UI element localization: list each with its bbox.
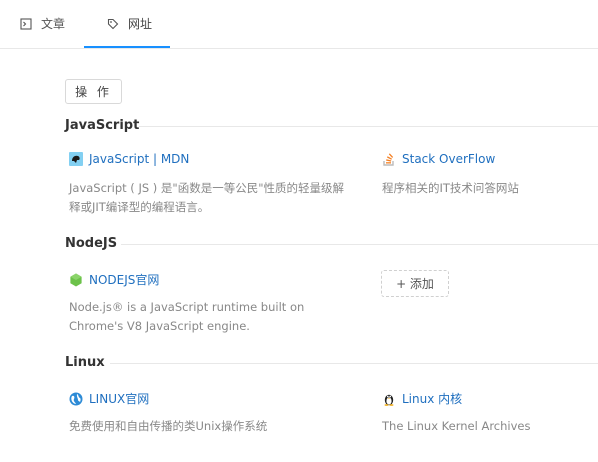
tag-icon bbox=[106, 17, 120, 31]
globe-icon bbox=[69, 392, 83, 406]
add-link-button[interactable]: + 添加 bbox=[381, 270, 449, 297]
link-title: JavaScript | MDN bbox=[89, 152, 190, 166]
stackoverflow-icon bbox=[382, 152, 396, 166]
section-title-linux: Linux bbox=[65, 355, 105, 370]
link-title: NODEJS官网 bbox=[89, 273, 160, 287]
tab-articles-label: 文章 bbox=[41, 17, 66, 31]
tab-links-label: 网址 bbox=[128, 17, 153, 31]
tab-articles[interactable]: 文章 bbox=[19, 0, 65, 47]
section-divider bbox=[139, 126, 598, 127]
link-title: Linux 内核 bbox=[402, 392, 463, 406]
section-title-nodejs: NodeJS bbox=[65, 236, 118, 251]
section-divider bbox=[110, 363, 598, 364]
link-nodejs[interactable]: NODEJS官网 bbox=[69, 271, 159, 288]
link-title: Stack OverFlow bbox=[402, 152, 496, 166]
section-title-javascript: JavaScript bbox=[65, 118, 140, 133]
operate-button[interactable]: 操 作 bbox=[65, 79, 122, 104]
link-linux-official[interactable]: LINUX官网 bbox=[69, 390, 149, 407]
link-description: The Linux Kernel Archives bbox=[382, 419, 531, 433]
link-description: 免费使用和自由传播的类Unix操作系统 bbox=[69, 419, 268, 433]
link-stack-overflow[interactable]: Stack OverFlow bbox=[382, 152, 495, 166]
nodejs-icon bbox=[69, 273, 83, 287]
active-tab-indicator bbox=[84, 46, 170, 48]
link-linux-kernel[interactable]: Linux 内核 bbox=[382, 390, 462, 407]
link-description: JavaScript ( JS ) 是"函数是一等公民"性质的轻量级解释或JIT… bbox=[69, 181, 345, 214]
link-description: 程序相关的IT技术问答网站 bbox=[382, 181, 519, 195]
link-description: Node.js® is a JavaScript runtime built o… bbox=[69, 300, 305, 333]
tux-icon bbox=[382, 392, 396, 406]
link-title: LINUX官网 bbox=[89, 392, 150, 406]
section-divider bbox=[121, 244, 598, 245]
link-javascript-mdn[interactable]: JavaScript | MDN bbox=[69, 152, 189, 166]
article-icon bbox=[19, 17, 33, 31]
mdn-icon bbox=[69, 152, 83, 166]
tab-links[interactable]: 网址 bbox=[106, 0, 152, 47]
tab-bar: 文章 网址 bbox=[0, 0, 598, 49]
